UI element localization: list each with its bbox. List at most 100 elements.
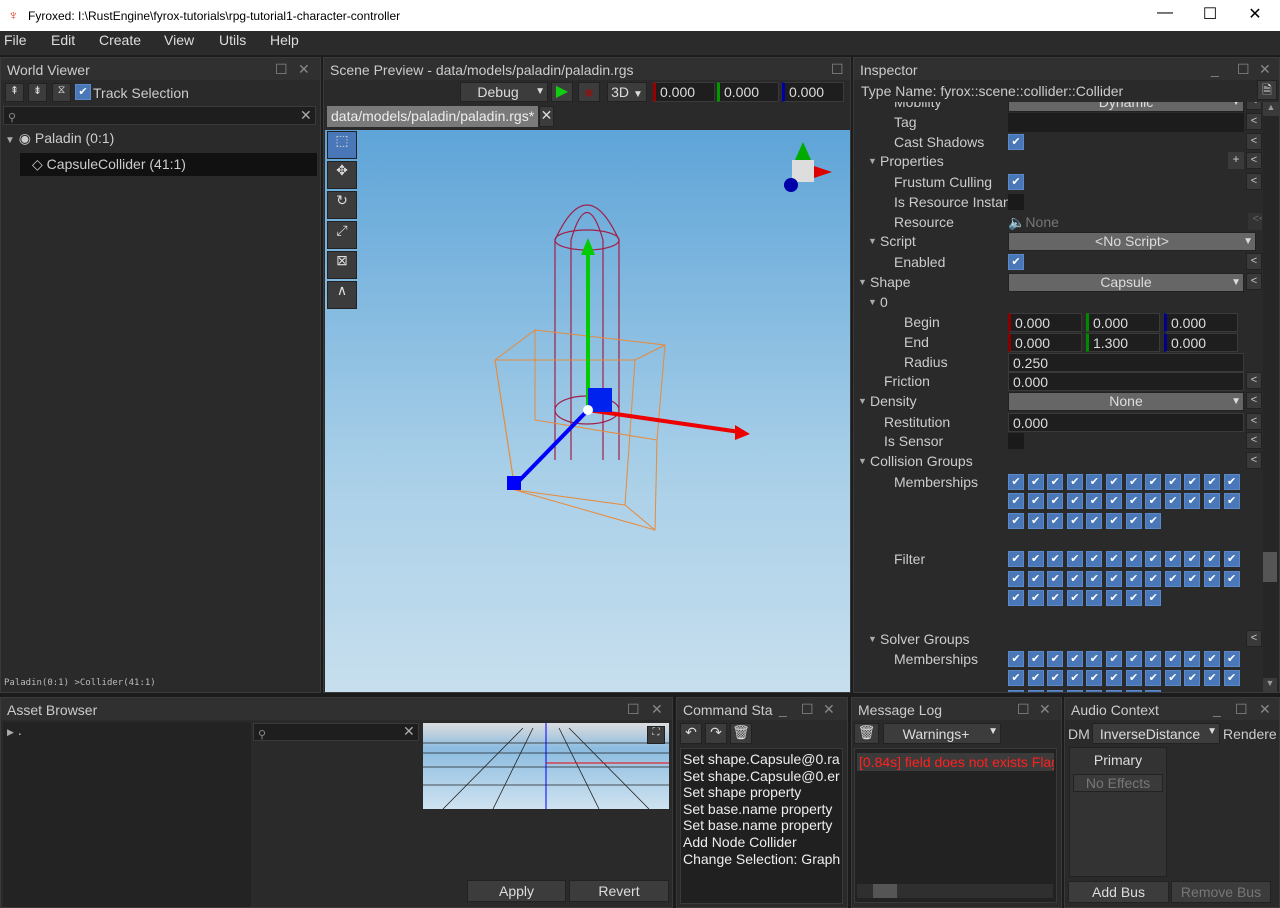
group-bit-checkbox[interactable]: ✔ bbox=[1066, 689, 1083, 692]
group-bit-checkbox[interactable]: ✔ bbox=[1204, 493, 1220, 510]
group-bit-checkbox[interactable]: ✔ bbox=[1145, 473, 1162, 490]
maximize-icon[interactable]: ☐ bbox=[627, 701, 640, 718]
group-bit-checkbox[interactable]: ✔ bbox=[1047, 590, 1064, 607]
expand-arrow-icon[interactable]: ▼ bbox=[5, 135, 15, 146]
group-bit-checkbox[interactable]: ✔ bbox=[1145, 689, 1162, 692]
scene-viewport[interactable] bbox=[325, 130, 850, 692]
property-dropdown[interactable]: <No Script> ▼ bbox=[1008, 232, 1256, 252]
group-bit-checkbox[interactable]: ✔ bbox=[1164, 493, 1181, 510]
group-bit-checkbox[interactable]: ✔ bbox=[1008, 650, 1024, 667]
command-item[interactable]: Set shape property bbox=[683, 784, 840, 801]
revert-button[interactable]: < bbox=[1246, 432, 1262, 450]
group-bit-checkbox[interactable]: ✔ bbox=[1106, 493, 1122, 510]
group-bit-checkbox[interactable]: ✔ bbox=[1204, 473, 1220, 490]
close-button[interactable]: ✕ bbox=[1240, 4, 1270, 26]
group-bit-checkbox[interactable]: ✔ bbox=[1125, 670, 1142, 686]
group-bit-checkbox[interactable]: ✔ bbox=[1145, 551, 1162, 568]
minimize-icon[interactable]: _ bbox=[1211, 61, 1219, 77]
revert-button[interactable]: < bbox=[1246, 252, 1262, 270]
group-bit-checkbox[interactable]: ✔ bbox=[1047, 650, 1064, 667]
maximize-icon[interactable]: ☐ bbox=[275, 61, 288, 78]
clear-log-button[interactable]: 🗑 bbox=[854, 723, 879, 744]
group-bit-checkbox[interactable]: ✔ bbox=[1086, 493, 1103, 510]
group-bit-checkbox[interactable]: ✔ bbox=[1008, 493, 1024, 510]
vector-component-field[interactable]: 0.000 bbox=[1086, 312, 1160, 332]
group-bit-checkbox[interactable]: ✔ bbox=[1223, 473, 1240, 490]
number-field[interactable]: 0.000 bbox=[1008, 412, 1244, 432]
group-bit-checkbox[interactable]: ✔ bbox=[1204, 551, 1220, 568]
group-bit-checkbox[interactable]: ✔ bbox=[1204, 570, 1220, 587]
remove-bus-button[interactable]: Remove Bus bbox=[1171, 881, 1271, 903]
locate-button[interactable]: ⧖ bbox=[52, 83, 71, 102]
group-bit-checkbox[interactable]: ✔ bbox=[1066, 512, 1083, 529]
log-message[interactable]: [0.84s] field does not exists Flag bbox=[857, 753, 1054, 771]
group-bit-checkbox[interactable]: ✔ bbox=[1066, 551, 1083, 568]
move-tool-button[interactable]: ✥ bbox=[327, 161, 357, 189]
group-bit-checkbox[interactable]: ✔ bbox=[1027, 551, 1044, 568]
group-bit-checkbox[interactable]: ✔ bbox=[1027, 493, 1044, 510]
group-bit-checkbox[interactable]: ✔ bbox=[1184, 650, 1201, 667]
group-bit-checkbox[interactable]: ✔ bbox=[1086, 650, 1103, 667]
property-dropdown[interactable]: Capsule ▼ bbox=[1008, 272, 1244, 292]
group-bit-checkbox[interactable]: ✔ bbox=[1066, 670, 1083, 686]
close-tab-icon[interactable]: ✕ bbox=[539, 106, 554, 127]
close-icon[interactable]: ✕ bbox=[1039, 701, 1051, 718]
group-bit-checkbox[interactable]: ✔ bbox=[1125, 512, 1142, 529]
group-bit-checkbox[interactable]: ✔ bbox=[1125, 650, 1142, 667]
group-bit-checkbox[interactable]: ✔ bbox=[1223, 670, 1240, 686]
minimize-icon[interactable]: _ bbox=[779, 701, 787, 717]
revert-button[interactable]: < bbox=[1246, 372, 1262, 390]
group-bit-checkbox[interactable]: ✔ bbox=[1125, 493, 1142, 510]
coord-y-field[interactable]: 0.000 bbox=[717, 82, 779, 102]
scroll-thumb[interactable] bbox=[873, 884, 897, 898]
menu-create[interactable]: Create bbox=[99, 32, 141, 48]
menu-view[interactable]: View bbox=[164, 32, 194, 48]
group-bit-checkbox[interactable]: ✔ bbox=[1008, 570, 1024, 587]
scale-tool-button[interactable]: ⤢ bbox=[327, 221, 357, 249]
group-bit-checkbox[interactable]: ✔ bbox=[1047, 473, 1064, 490]
group-bit-checkbox[interactable]: ✔ bbox=[1223, 551, 1240, 568]
revert-button[interactable]: < bbox=[1246, 452, 1262, 470]
group-bit-checkbox[interactable]: ✔ bbox=[1106, 650, 1122, 667]
group-bit-checkbox[interactable]: ✔ bbox=[1066, 570, 1083, 587]
revert-button[interactable]: < bbox=[1246, 392, 1262, 410]
group-bit-checkbox[interactable]: ✔ bbox=[1125, 551, 1142, 568]
group-bit-checkbox[interactable]: ✔ bbox=[1223, 570, 1240, 587]
clear-search-icon[interactable]: ✕ bbox=[300, 107, 312, 124]
property-checkbox[interactable] bbox=[1008, 193, 1024, 210]
group-bit-checkbox[interactable]: ✔ bbox=[1047, 551, 1064, 568]
revert-button[interactable]: < bbox=[1246, 152, 1262, 170]
maximize-icon[interactable]: ☐ bbox=[1237, 61, 1250, 78]
expand-arrow-icon[interactable]: ▼ bbox=[868, 236, 877, 246]
group-bit-checkbox[interactable]: ✔ bbox=[1027, 570, 1044, 587]
group-bit-checkbox[interactable]: ✔ bbox=[1106, 590, 1122, 607]
group-bit-checkbox[interactable]: ✔ bbox=[1184, 570, 1201, 587]
vector-component-field[interactable]: 0.000 bbox=[1164, 312, 1238, 332]
close-icon[interactable]: ✕ bbox=[651, 701, 663, 718]
tree-item-capsule-collider[interactable]: ◇ CapsuleCollider (41:1) bbox=[20, 153, 317, 176]
revert-button[interactable]: < bbox=[1246, 112, 1262, 130]
group-bit-checkbox[interactable]: ✔ bbox=[1047, 512, 1064, 529]
minimize-button[interactable]: — bbox=[1150, 4, 1180, 26]
group-bit-checkbox[interactable]: ✔ bbox=[1125, 689, 1142, 692]
maximize-icon[interactable]: ☐ bbox=[1017, 701, 1030, 718]
group-bit-checkbox[interactable]: ✔ bbox=[1184, 493, 1201, 510]
search-input[interactable]: ⚲ bbox=[3, 106, 316, 125]
clear-search-icon[interactable]: ✕ bbox=[403, 723, 415, 740]
revert-button[interactable]: < bbox=[1246, 412, 1262, 430]
group-bit-checkbox[interactable]: ✔ bbox=[1027, 473, 1044, 490]
expand-arrow-icon[interactable]: ▼ bbox=[858, 456, 867, 466]
expand-all-button[interactable]: ⇟ bbox=[28, 83, 47, 102]
group-bit-checkbox[interactable]: ✔ bbox=[1106, 473, 1122, 490]
group-bit-checkbox[interactable]: ✔ bbox=[1066, 590, 1083, 607]
distance-model-dropdown[interactable]: InverseDistance ▼ bbox=[1092, 723, 1220, 744]
log-filter-dropdown[interactable]: Warnings+ ▼ bbox=[883, 723, 1001, 744]
group-bit-checkbox[interactable]: ✔ bbox=[1027, 512, 1044, 529]
group-bit-checkbox[interactable]: ✔ bbox=[1164, 473, 1181, 490]
docs-button[interactable]: 🗎 bbox=[1257, 80, 1277, 100]
group-bit-checkbox[interactable]: ✔ bbox=[1106, 689, 1122, 692]
group-bit-checkbox[interactable]: ✔ bbox=[1125, 570, 1142, 587]
resize-tool-button[interactable]: ⊠ bbox=[327, 251, 357, 279]
apply-button[interactable]: Apply bbox=[467, 880, 566, 902]
maximize-button[interactable]: ☐ bbox=[1195, 4, 1225, 26]
